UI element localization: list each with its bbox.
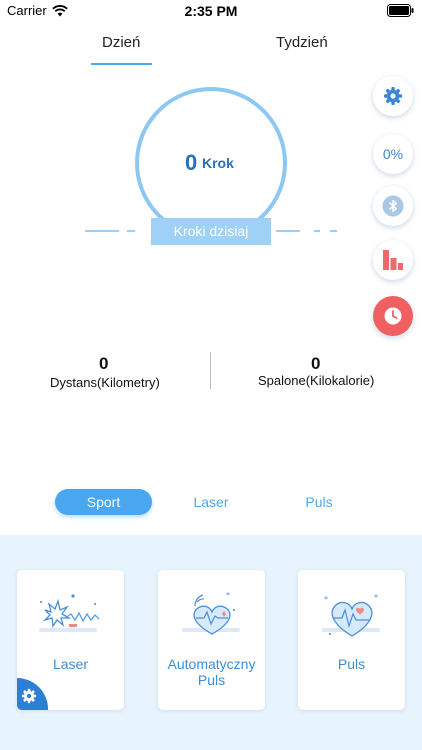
pulse-card[interactable]: * * Puls [298,570,405,710]
status-time: 2:35 PM [184,3,238,19]
distance-value: 0 [99,354,109,373]
segment-laser[interactable]: Laser [182,489,240,515]
tab-week[interactable]: Tydzień [276,34,328,51]
tab-day[interactable]: Dzień [102,34,140,51]
gear-icon [21,688,37,704]
laser-icon [39,594,100,632]
svg-text:*: * [226,591,230,600]
step-unit: Krok [202,155,234,171]
bluetooth-button[interactable] [373,186,413,226]
auto-pulse-card-label: Automatyczny Puls [158,656,265,688]
steps-today-label: Kroki dzisiaj [151,218,271,245]
dash-line [314,230,320,232]
auto-pulse-card[interactable]: * Automatyczny Puls [158,570,265,710]
status-bar: Carrier 2:35 PM [0,0,422,22]
dash-line [127,230,135,232]
step-count: 0 [185,150,198,175]
calories-label: Spalone(Kilokalorie) [258,373,375,388]
calories-value: 0 [311,354,321,373]
auto-pulse-label-line1: Automatyczny [167,656,256,672]
battery-percent-label: 0% [382,146,404,162]
svg-text:*: * [324,595,328,604]
distance-label: Dystans(Kilometry) [50,375,160,390]
settings-button[interactable] [373,76,413,116]
gear-icon [384,87,402,105]
stats-divider [210,352,211,389]
battery-icon [387,4,414,22]
auto-pulse-label-line2: Puls [197,672,226,688]
heart-rate-icon: * [182,591,240,635]
tab-active-indicator [91,63,152,65]
laser-card-label: Laser [52,656,89,672]
segment-sport[interactable]: Sport [55,489,152,515]
clock-icon [384,307,402,325]
pulse-heart-icon: * * [322,593,380,637]
segment-pulse[interactable]: Puls [290,489,348,515]
battery-percent-button[interactable]: 0% [373,134,413,174]
dash-line [276,230,300,232]
svg-text:*: * [374,593,378,602]
statistics-button[interactable] [373,240,413,280]
alarm-button[interactable] [373,296,413,336]
pulse-card-label: Puls [337,656,366,672]
bar-chart-icon [383,250,403,270]
bluetooth-icon [382,195,404,217]
dash-line [330,230,337,232]
dash-line [85,230,119,232]
